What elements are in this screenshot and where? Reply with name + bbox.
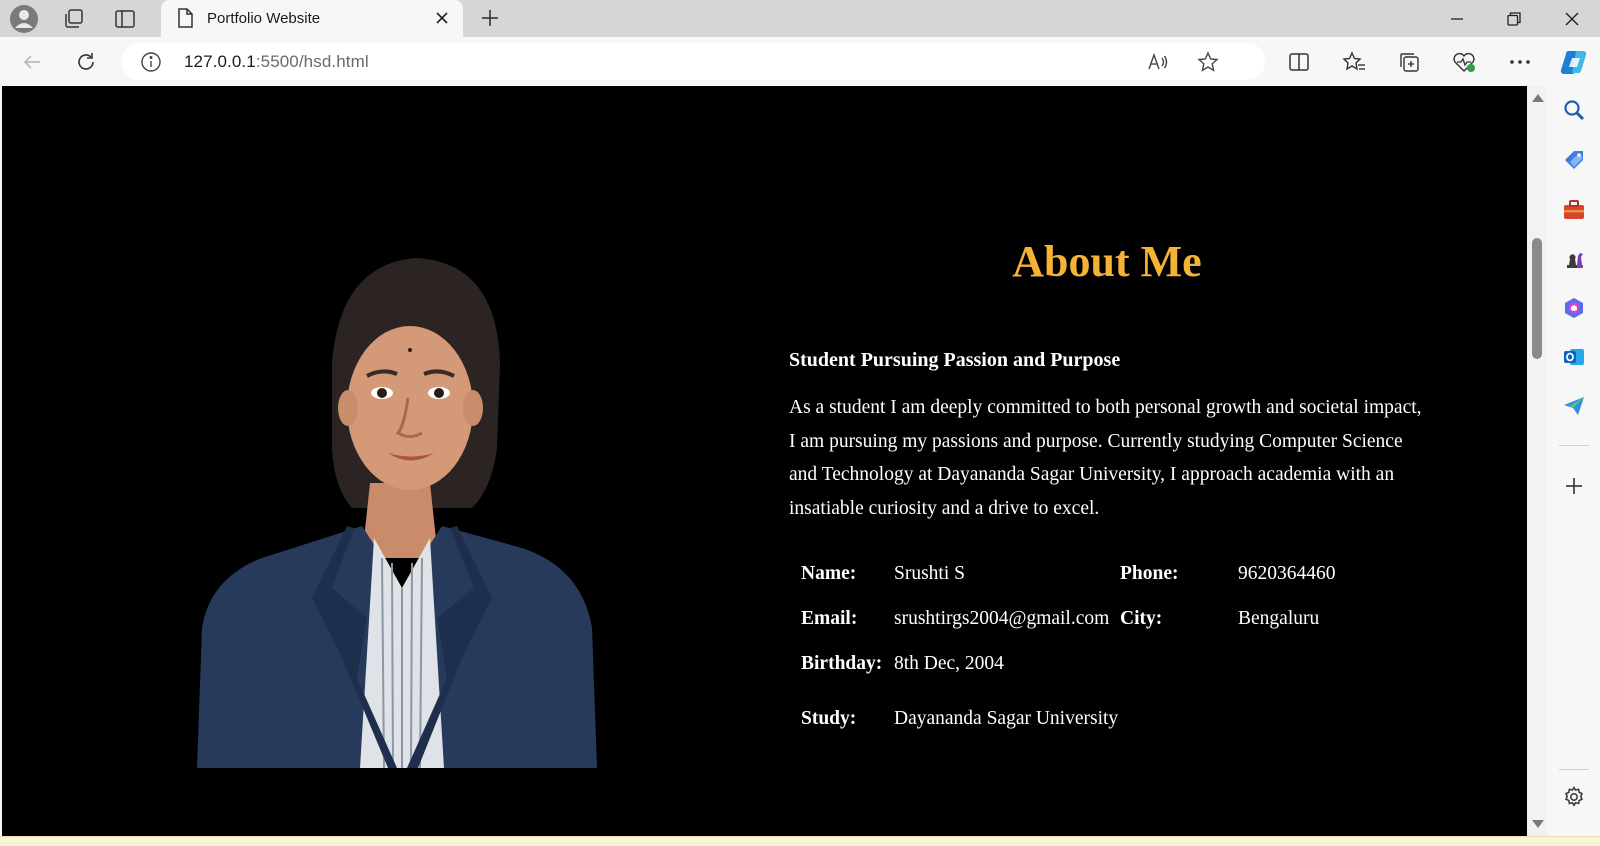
browser-essentials-icon[interactable] (1446, 44, 1482, 80)
birthday-label: Birthday: (801, 652, 883, 674)
outlook-icon[interactable] (1560, 343, 1588, 371)
add-icon[interactable] (1560, 472, 1588, 500)
workspaces-icon[interactable] (58, 4, 90, 34)
table-row: Email: srushtirgs2004@gmail.com City: Be… (791, 596, 1438, 641)
minimize-icon[interactable] (1429, 0, 1485, 37)
table-row: Study: Dayananda Sagar University (791, 686, 1438, 752)
games-icon[interactable] (1560, 245, 1588, 273)
empty-value (1238, 686, 1438, 752)
favorites-icon[interactable] (1336, 44, 1372, 80)
active-tab[interactable]: Portfolio Website (161, 0, 463, 38)
about-title: About Me (1012, 237, 1202, 286)
name-label: Name: (801, 562, 857, 584)
profile-icon[interactable] (8, 4, 40, 34)
profile-photo (192, 258, 602, 769)
scroll-thumb[interactable] (1532, 238, 1542, 359)
birthday-value: 8th Dec, 2004 (894, 652, 1004, 674)
browser-title-bar: Portfolio Website (0, 0, 1600, 38)
tab-title: Portfolio Website (207, 10, 321, 27)
favorite-star-icon[interactable] (1195, 49, 1221, 75)
split-screen-icon[interactable] (1281, 44, 1317, 80)
scroll-down-arrow-icon[interactable] (1532, 820, 1544, 828)
edge-sidebar (1547, 86, 1600, 845)
refresh-icon[interactable] (68, 44, 104, 80)
window-close-icon[interactable] (1544, 0, 1600, 37)
read-aloud-icon[interactable] (1145, 49, 1171, 75)
vertical-tabs-icon[interactable] (109, 4, 141, 34)
city-label: City: (1120, 607, 1163, 629)
table-row: Name: Srushti S Phone: 9620364460 (791, 551, 1438, 596)
email-label: Email: (801, 607, 858, 629)
settings-icon[interactable] (1560, 783, 1588, 811)
about-paragraph: As a student I am deeply committed to bo… (789, 397, 1422, 519)
name-value: Srushti S (894, 562, 965, 584)
url-text: 127.0.0.1:5500/hsd.html (184, 52, 369, 72)
about-subtitle: Student Pursuing Passion and Purpose (789, 349, 1121, 371)
collections-icon[interactable] (1391, 44, 1427, 80)
info-icon[interactable] (140, 51, 162, 78)
close-icon[interactable] (431, 7, 453, 29)
city-value: Bengaluru (1238, 607, 1320, 629)
empty-label (1120, 641, 1238, 686)
page-viewport: About Me Student Pursuing Passion and Pu… (2, 86, 1527, 836)
new-tab-icon[interactable] (476, 4, 504, 32)
phone-label: Phone: (1120, 562, 1179, 584)
back-icon[interactable] (14, 44, 50, 80)
empty-value (1238, 641, 1438, 686)
browser-toolbar: 127.0.0.1:5500/hsd.html (0, 37, 1600, 86)
page-scrollbar[interactable] (1527, 86, 1547, 836)
scroll-up-arrow-icon[interactable] (1532, 94, 1544, 102)
url-path: :5500/hsd.html (255, 52, 369, 71)
empty-label (1120, 686, 1238, 752)
email-value: srushtirgs2004@gmail.com (894, 607, 1110, 629)
study-label: Study: (801, 708, 857, 729)
search-icon[interactable] (1560, 96, 1588, 124)
table-row: Birthday: 8th Dec, 2004 (791, 641, 1438, 686)
address-bar[interactable]: 127.0.0.1:5500/hsd.html (122, 43, 1265, 80)
study-value: Dayananda Sagar University (894, 708, 1119, 729)
phone-value: 9620364460 (1238, 562, 1336, 584)
page-icon (175, 7, 195, 34)
restore-icon[interactable] (1486, 0, 1542, 37)
copilot-icon[interactable] (1556, 44, 1592, 80)
tools-icon[interactable] (1560, 196, 1588, 224)
office-icon[interactable] (1560, 294, 1588, 322)
shopping-icon[interactable] (1560, 146, 1588, 174)
more-icon[interactable] (1502, 44, 1538, 80)
sidebar-divider (1559, 445, 1589, 446)
url-host: 127.0.0.1 (184, 52, 256, 71)
sidebar-divider (1559, 769, 1589, 770)
details-table: Name: Srushti S Phone: 9620364460 Email:… (791, 551, 1438, 752)
send-icon[interactable] (1560, 392, 1588, 420)
